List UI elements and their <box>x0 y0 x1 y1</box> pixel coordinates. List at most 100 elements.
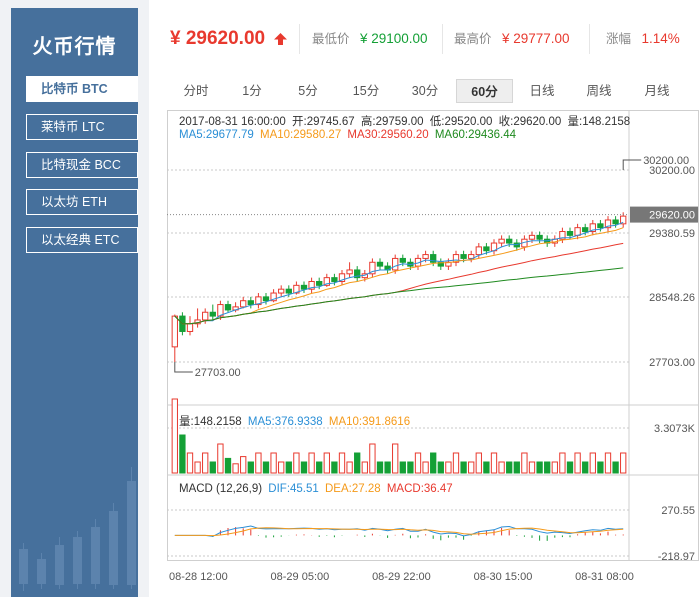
volume-bar <box>551 461 558 474</box>
coin-etc-button[interactable]: 以太经典 ETC <box>26 227 138 253</box>
volume-bar <box>376 461 384 474</box>
current-price-value: ¥ 29620.00 <box>170 28 266 49</box>
volume-bar <box>407 461 414 474</box>
info-ma5: MA5:29677.79 <box>179 129 254 141</box>
tab-5min[interactable]: 5分 <box>282 79 334 103</box>
volume-bar <box>430 452 437 474</box>
candle-body <box>506 238 513 244</box>
candle-body <box>612 219 619 225</box>
candle-body <box>300 284 308 290</box>
tab-30min[interactable]: 30分 <box>399 79 451 103</box>
ma5-line <box>174 221 624 325</box>
volume-bar <box>308 452 315 474</box>
candle-body <box>331 277 338 282</box>
x-tick-label: 08-30 15:00 <box>474 571 533 583</box>
volume-bar <box>194 461 201 474</box>
change-label: 涨幅 <box>606 32 632 46</box>
low-price-value: ¥ 29100.00 <box>359 31 428 46</box>
vol-ma5: MA5:376.9338 <box>247 416 323 428</box>
candle-body <box>186 323 194 332</box>
volume-bar <box>346 461 353 474</box>
min-annotation-label: 27703.00 <box>195 367 241 379</box>
info-vol: 量:148.2158 <box>567 116 631 128</box>
volume-bar <box>506 461 513 474</box>
change-value: 1.14% <box>641 31 680 46</box>
volume-bar <box>604 452 612 474</box>
volume-info: 量:148.2158 MA5:376.9338 MA10:391.8616 <box>179 413 413 429</box>
tab-15min[interactable]: 15分 <box>340 79 392 103</box>
volume-bar <box>468 461 475 474</box>
info-open: 开:29745.67 <box>292 116 355 128</box>
candle-body <box>566 231 574 236</box>
volume-bar <box>498 461 505 474</box>
x-tick-label: 08-31 08:00 <box>575 571 634 583</box>
candle-body <box>224 304 232 311</box>
tab-60min[interactable]: 60分 <box>456 79 513 103</box>
info-time: 2017-08-31 16:00:00 <box>179 116 286 128</box>
macd-value: MACD:36.47 <box>386 483 453 495</box>
tab-timeshare[interactable]: 分时 <box>170 79 222 103</box>
volume-bar <box>300 461 308 474</box>
price-tick-label: 27703.00 <box>649 357 695 369</box>
volume-bar <box>179 434 186 474</box>
macd-tick-label: 270.55 <box>661 505 695 517</box>
ticker-bar: ¥ 29620.00 最低价 ¥ 29100.00 最高价 ¥ 29777.00… <box>160 14 699 64</box>
candle-body <box>422 254 429 259</box>
volume-bar <box>574 452 581 474</box>
tab-daily[interactable]: 日线 <box>516 79 568 103</box>
kline-chart-svg[interactable]: 30200.0029380.5928548.2627703.0030200.00… <box>167 110 699 597</box>
coin-bcc-button[interactable]: 比特现金 BCC <box>26 152 138 178</box>
volume-bar <box>566 461 574 474</box>
volume-bar <box>209 461 216 474</box>
coin-ltc-button[interactable]: 莱特币 LTC <box>26 114 138 140</box>
macd-info: MACD (12,26,9) DIF:45.51 DEA:27.28 MACD:… <box>179 483 456 495</box>
volume-bar <box>582 461 589 474</box>
volume-bar <box>369 443 376 474</box>
volume-bar <box>384 461 391 474</box>
high-price: 最高价 ¥ 29777.00 <box>454 14 570 64</box>
macd-tick-label: -218.97 <box>658 551 695 563</box>
tab-1min[interactable]: 1分 <box>226 79 278 103</box>
candle-body <box>582 227 589 233</box>
volume-bar <box>255 452 262 474</box>
candle-body <box>376 261 384 267</box>
ma60-line <box>174 267 624 325</box>
vol-value: 量:148.2158 <box>179 416 242 428</box>
volume-bar <box>422 461 429 474</box>
tab-monthly[interactable]: 月线 <box>630 79 684 103</box>
candle-body <box>597 223 604 229</box>
volume-bar <box>513 461 520 474</box>
volume-bar <box>224 457 232 474</box>
high-price-label: 最高价 <box>454 32 492 46</box>
candle-body <box>285 288 292 294</box>
min-annotation-line <box>174 362 193 373</box>
coin-btc-button[interactable]: 比特币 BTC <box>26 76 138 102</box>
volume-bar <box>483 461 490 474</box>
period-tabs: 分时 1分 5分 15分 30分 60分 日线 周线 月线 <box>168 79 699 103</box>
info-high: 高:29759.00 <box>360 116 424 128</box>
candle-body <box>483 246 490 252</box>
decorative-candles-icon <box>19 467 136 591</box>
volume-bar <box>285 461 292 474</box>
sidebar: 火币行情 比特币 BTC 莱特币 LTC 比特现金 BCC 以太坊 ETH 以太… <box>0 0 149 597</box>
x-tick-label: 08-29 22:00 <box>372 571 431 583</box>
info-ma30: MA30:29560.20 <box>347 129 429 141</box>
info-close: 收:29620.00 <box>498 116 562 128</box>
volume-bar <box>490 452 498 474</box>
coin-eth-button[interactable]: 以太坊 ETH <box>26 189 138 215</box>
volume-bar <box>452 452 460 474</box>
info-low: 低:29520.00 <box>429 116 493 128</box>
current-price: ¥ 29620.00 <box>170 14 288 64</box>
sidebar-panel: 火币行情 比特币 BTC 莱特币 LTC 比特现金 BCC 以太坊 ETH 以太… <box>11 8 138 597</box>
arrow-up-icon <box>274 32 288 45</box>
candle-body <box>316 280 323 286</box>
volume-bar <box>354 452 361 474</box>
kline-chart[interactable]: 30200.00 29380.59 28548.26 27703.00 30200.00… <box>167 110 699 597</box>
volume-bar <box>559 452 566 474</box>
ma10-line <box>174 227 624 325</box>
change-percent: 涨幅 1.14% <box>606 14 680 64</box>
app-title: 火币行情 <box>32 36 117 58</box>
volume-bar <box>589 452 596 474</box>
tab-weekly[interactable]: 周线 <box>572 79 626 103</box>
volume-bar <box>247 461 254 474</box>
